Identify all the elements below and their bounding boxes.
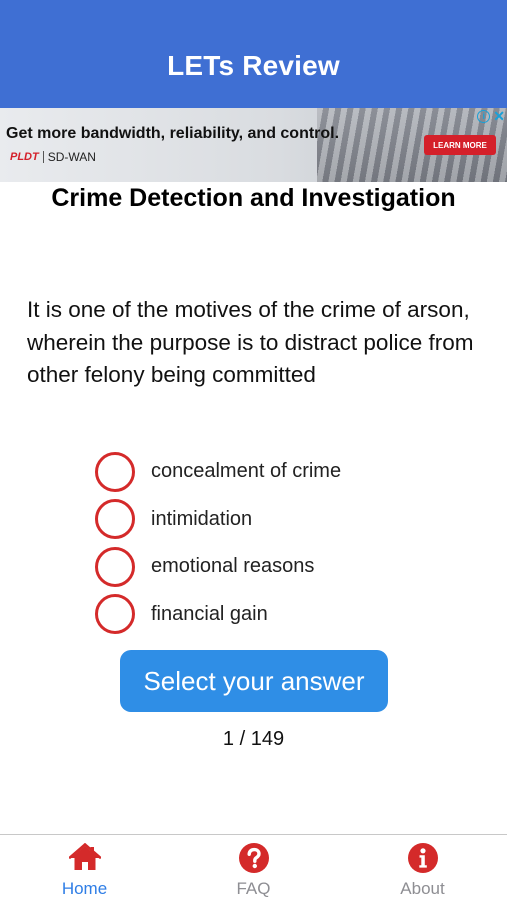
tab-label: FAQ	[236, 879, 271, 898]
ad-info-icon[interactable]: i	[477, 109, 491, 123]
info-circle-icon	[407, 843, 438, 873]
answer-option[interactable]: concealment of crime	[95, 448, 341, 496]
answer-option[interactable]: financial gain	[95, 591, 341, 639]
question-circle-icon	[238, 843, 269, 873]
answer-option[interactable]: intimidation	[95, 496, 341, 544]
ad-choices[interactable]: i ✕	[477, 108, 505, 124]
radio-button[interactable]	[95, 499, 135, 540]
tab-label: About	[400, 879, 445, 898]
radio-button[interactable]	[95, 594, 135, 635]
bottom-tab-bar: Home FAQ About	[0, 834, 507, 900]
answer-option-label[interactable]: concealment of crime	[151, 460, 341, 483]
answer-option-label[interactable]: financial gain	[151, 603, 268, 626]
answer-options: concealment of crime intimidation emotio…	[95, 448, 341, 638]
ad-banner[interactable]: Get more bandwidth, reliability, and con…	[0, 108, 507, 182]
app-title: LETs Review	[167, 50, 340, 81]
ad-close-icon[interactable]: ✕	[493, 109, 505, 123]
home-icon	[68, 843, 101, 870]
tab-home[interactable]: Home	[0, 835, 169, 900]
answer-option-label[interactable]: emotional reasons	[151, 555, 314, 578]
question-text: It is one of the motives of the crime of…	[27, 297, 474, 387]
ad-logo: PLDT	[10, 151, 44, 163]
tab-label: Home	[61, 879, 108, 898]
select-answer-button[interactable]: Select your answer	[120, 650, 388, 712]
ad-brand: PLDT SD-WAN	[10, 150, 96, 164]
tab-about[interactable]: About	[338, 835, 507, 900]
answer-option[interactable]: emotional reasons	[95, 543, 341, 591]
answer-option-label[interactable]: intimidation	[151, 508, 252, 531]
radio-button[interactable]	[95, 451, 135, 492]
ad-product: SD-WAN	[47, 150, 96, 164]
tab-faq[interactable]: FAQ	[169, 835, 338, 900]
question-progress: 1 / 149	[222, 728, 285, 750]
ad-headline: Get more bandwidth, reliability, and con…	[6, 125, 340, 142]
category-title: Crime Detection and Investigation	[51, 184, 456, 212]
ad-learn-more-button[interactable]: LEARN MORE	[424, 135, 496, 155]
app-header: LETs Review	[0, 0, 507, 108]
radio-button[interactable]	[95, 546, 135, 587]
